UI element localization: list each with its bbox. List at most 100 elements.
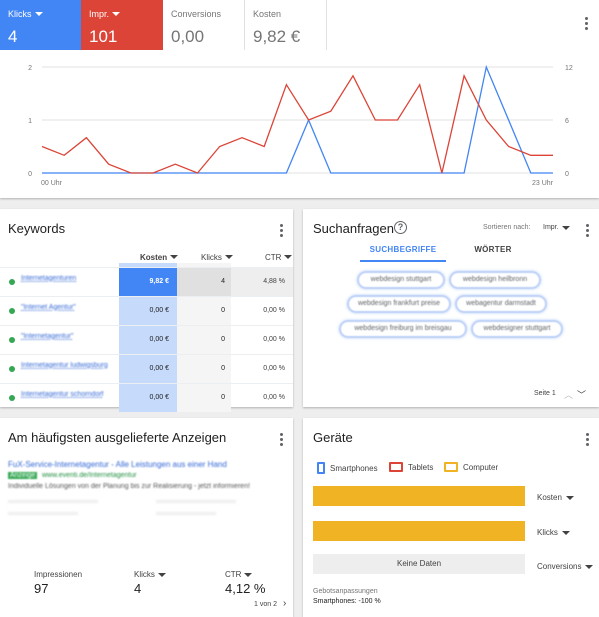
chevron-up-icon[interactable]: ︿ [564, 388, 573, 401]
cell-kosten: 9,82 € [119, 268, 177, 296]
column-header-ctr[interactable]: CTR [265, 251, 293, 263]
metric-value: 0,00 [171, 27, 205, 46]
help-icon[interactable]: ? [394, 221, 407, 234]
ad-description: Individuelle Lösungen von der Planung bi… [8, 483, 251, 490]
keyword-link[interactable]: "Internetagentur" [21, 332, 113, 341]
metric-kosten[interactable]: Kosten 9,82 € [245, 0, 327, 50]
caret-down-icon [585, 564, 594, 569]
caret-down-icon [224, 255, 233, 259]
ad-badge: Anzeige [8, 472, 38, 479]
top-ads-card: Am häufigsten ausgelieferte Anzeigen FuX… [0, 418, 293, 617]
tab-search-terms[interactable]: SUCHBEGRIFFE [360, 245, 446, 262]
column-header-kosten[interactable]: Kosten [140, 251, 179, 263]
smartphone-icon [317, 462, 325, 474]
status-dot-icon [9, 395, 15, 401]
metric-klicks[interactable]: Klicks 4 [0, 0, 81, 50]
ctr-header[interactable]: CTR [225, 570, 253, 579]
query-chip[interactable]: webdesigner stuttgart [471, 320, 563, 338]
keyword-link[interactable]: "Internet Agentur" [21, 303, 113, 312]
chevron-right-icon[interactable]: › [283, 598, 286, 609]
column-header-klicks[interactable]: Klicks [201, 251, 233, 263]
table-row[interactable]: Internetagentur ludwigsburg 0,00 € 0 0,0… [0, 354, 293, 383]
legend-label: Computer [463, 462, 499, 472]
legend-tablets[interactable]: Tablets [389, 462, 433, 472]
bar-dropdown-conversions[interactable]: Conversions [537, 562, 594, 571]
cell-kosten: 0,00 € [119, 384, 177, 412]
status-dot-icon [9, 308, 15, 314]
bar-label: Klicks [537, 528, 558, 537]
caret-down-icon [157, 572, 166, 577]
table-row[interactable]: "Internet Agentur" 0,00 € 0 0,00 % [0, 296, 293, 325]
keyword-link[interactable]: Internetagentur ludwigsburg [21, 361, 113, 370]
column-label: Kosten [140, 252, 168, 262]
bar-kosten-computer[interactable] [313, 486, 525, 506]
right-tick-label: 12 [565, 65, 573, 72]
search-queries-card: Suchanfragen ? Sortieren nach: Impr. SUC… [303, 209, 599, 407]
keywords-card: Keywords Kosten Klicks CTR Internetagent… [0, 209, 293, 412]
query-chip[interactable]: webdesign stuttgart [357, 271, 445, 289]
sort-dropdown[interactable]: Impr. [543, 224, 570, 231]
chevron-down-icon[interactable]: ﹀ [577, 388, 586, 401]
metric-label: Kosten [253, 9, 282, 19]
bid-adjust-value: Smartphones: -100 % [313, 598, 381, 605]
caret-down-icon[interactable] [34, 12, 43, 16]
cell-ctr: 4,88 % [231, 268, 293, 296]
tab-words[interactable]: WÖRTER [463, 245, 523, 260]
keyword-link[interactable]: Internetagenturen [21, 274, 113, 283]
more-menu-icon[interactable] [280, 224, 284, 239]
ad-preview[interactable]: FuX-Service-Internetagentur - Alle Leist… [6, 458, 286, 554]
ad-extension [156, 512, 216, 515]
left-tick-label: 1 [28, 118, 32, 125]
pager-label: 1 von 2 [254, 601, 277, 608]
more-menu-icon[interactable] [586, 433, 590, 448]
more-menu-icon[interactable] [280, 433, 284, 448]
cell-kosten: 0,00 € [119, 297, 177, 325]
bar-dropdown-klicks[interactable]: Klicks [537, 528, 570, 537]
column-label: CTR [265, 252, 282, 262]
cell-ctr: 0,00 % [263, 394, 285, 401]
bar-klicks-computer[interactable] [313, 521, 525, 541]
cell-klicks: 0 [177, 384, 231, 412]
cell-klicks: 4 [177, 268, 231, 296]
caret-down-icon [284, 255, 293, 259]
card-title: Am häufigsten ausgelieferte Anzeigen [8, 430, 227, 445]
left-tick-label: 2 [28, 65, 32, 72]
more-menu-icon[interactable] [585, 17, 589, 32]
left-tick-label: 0 [28, 171, 32, 178]
query-chip[interactable]: webdesign freiburg im breisgau [339, 320, 467, 338]
series-line-impressions [41, 73, 553, 174]
query-chip[interactable]: webagentur darmstadt [455, 295, 547, 313]
ad-headline: FuX-Service-Internetagentur - Alle Leist… [8, 460, 227, 469]
sort-label: Sortieren nach: [483, 224, 531, 231]
table-row[interactable]: Internetagenturen 9,82 € 4 4,88 % [0, 267, 293, 296]
status-dot-icon [9, 279, 15, 285]
keyword-link[interactable]: Internetagentur schorndorf [21, 390, 113, 399]
status-dot-icon [9, 337, 15, 343]
query-chip[interactable]: webdesign frankfurt preise [347, 295, 451, 313]
metric-value: 101 [89, 27, 118, 46]
ad-url: www.eventi.de/Internetagentur [42, 472, 137, 479]
chart-grid [42, 66, 553, 174]
status-dot-icon [9, 366, 15, 372]
more-menu-icon[interactable] [586, 224, 590, 239]
table-row[interactable]: "Internetagentur" 0,00 € 0 0,00 % [0, 325, 293, 354]
right-tick-label: 0 [565, 171, 569, 178]
klicks-header[interactable]: Klicks [134, 570, 166, 579]
query-chip[interactable]: webdesign heilbronn [449, 271, 541, 289]
ad-extension [8, 512, 78, 515]
metric-impressions[interactable]: Impr. 101 [81, 0, 163, 50]
legend-computer[interactable]: Computer [444, 462, 498, 472]
right-tick-label: 6 [565, 118, 569, 125]
cell-klicks: 0 [177, 297, 231, 325]
caret-down-icon[interactable] [112, 12, 121, 16]
bar-dropdown-kosten[interactable]: Kosten [537, 493, 574, 502]
metric-conversions[interactable]: Conversions 0,00 [163, 0, 245, 50]
cell-klicks: 0 [177, 326, 231, 354]
ctr-label: CTR [225, 570, 242, 579]
cell-kosten: 0,00 € [119, 326, 177, 354]
table-row[interactable]: Internetagentur schorndorf 0,00 € 0 0,00… [0, 383, 293, 412]
performance-line-chart: 012 0612 00 Uhr 23 Uhr [28, 64, 573, 187]
legend-smartphones[interactable]: Smartphones [317, 462, 378, 474]
left-axis: 0 1 2 [28, 65, 32, 178]
caret-down-icon [561, 225, 570, 230]
